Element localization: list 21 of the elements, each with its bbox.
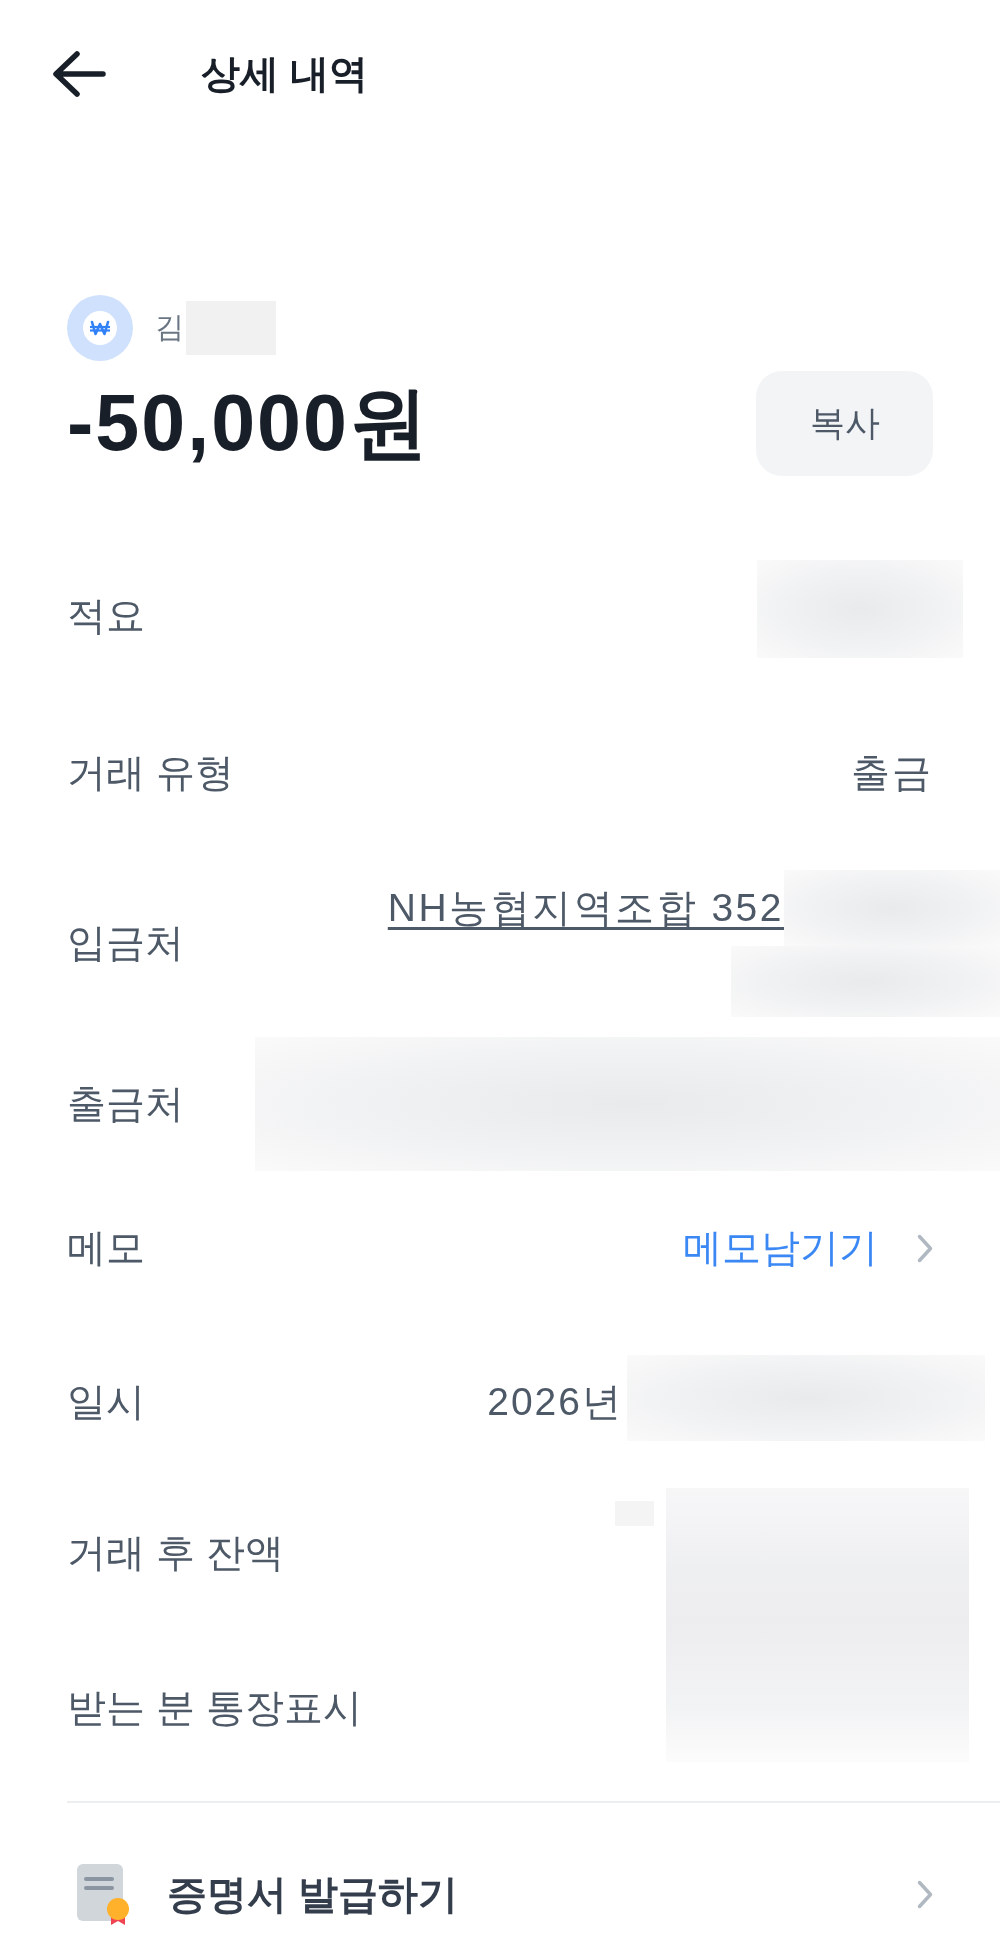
back-arrow-icon[interactable] <box>52 50 106 98</box>
page-title: 상세 내역 <box>201 51 368 97</box>
detail-label: 거래 후 잔액 <box>67 1530 284 1576</box>
certificate-icon <box>77 1863 131 1925</box>
detail-value: 2026년 <box>487 1379 623 1425</box>
chevron-right-icon <box>917 1879 933 1909</box>
account-link[interactable]: NH농협지역조합 352 <box>387 880 784 935</box>
chevron-right-icon <box>917 1233 933 1263</box>
counterpart-name: 김 <box>155 310 184 345</box>
detail-label: 메모 <box>67 1225 145 1271</box>
detail-label: 거래 유형 <box>67 749 234 796</box>
detail-label: 입금처 <box>67 920 184 966</box>
detail-label: 출금처 <box>67 1081 184 1127</box>
detail-label: 일시 <box>67 1379 145 1425</box>
detail-value: 출금 <box>851 749 933 796</box>
copy-button[interactable]: 복사 <box>756 371 933 476</box>
won-sign-icon <box>67 295 133 361</box>
detail-label: 받는 분 통장표시 <box>67 1685 362 1731</box>
amount-text: -50,000원 <box>67 376 430 469</box>
issue-certificate-button[interactable]: 증명서 발급하기 <box>67 1859 933 1929</box>
detail-label: 적요 <box>67 593 145 639</box>
